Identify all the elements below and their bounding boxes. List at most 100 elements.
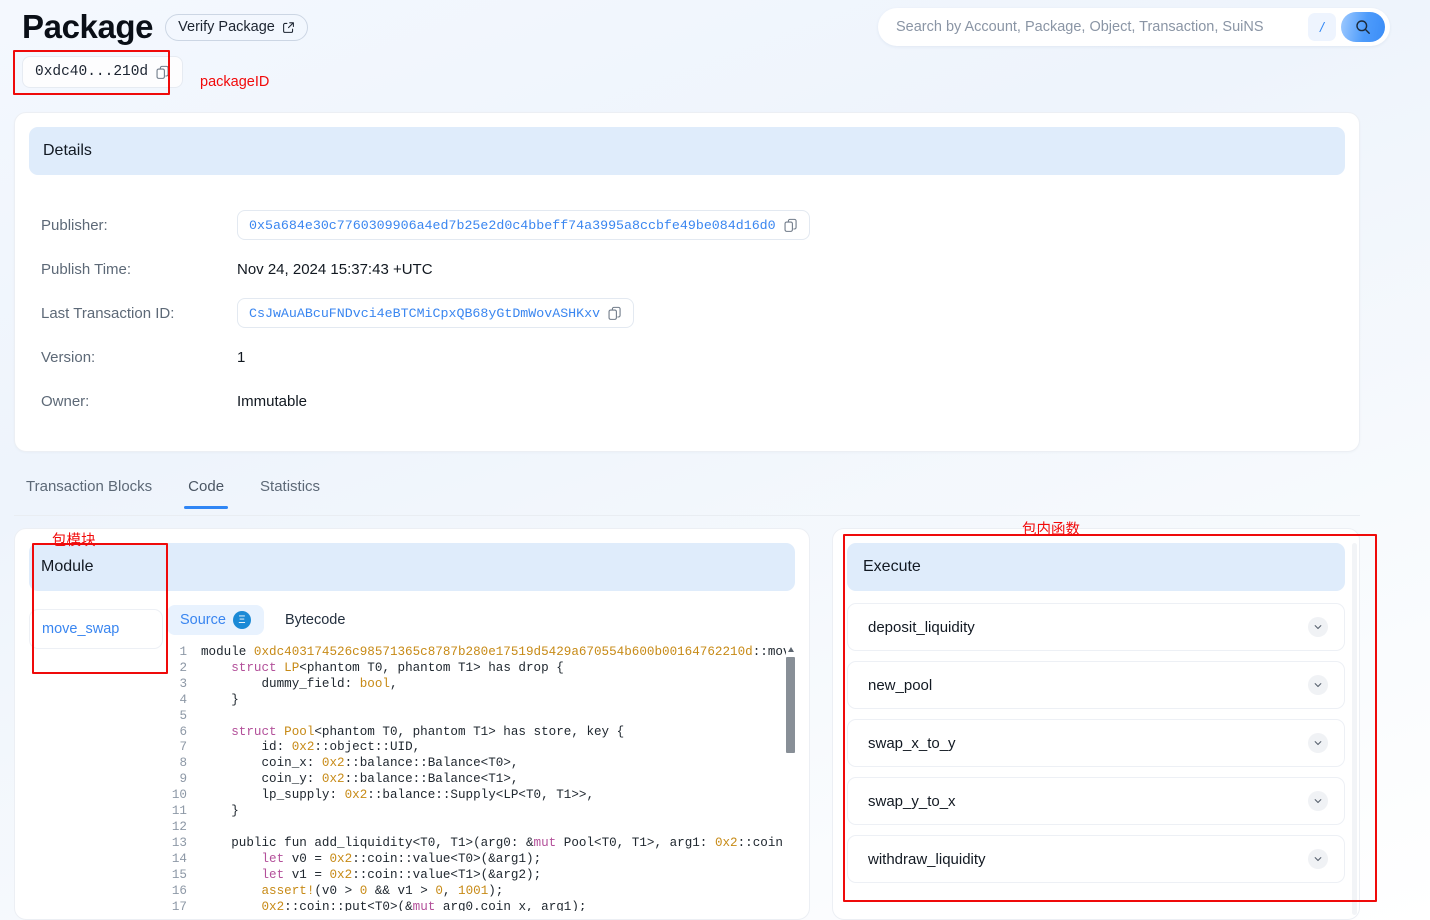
code-line-text: coin_y: 0x2::balance::Balance<T1>, bbox=[201, 772, 519, 787]
code-line-number: 4 bbox=[179, 692, 187, 707]
function-item-new-pool[interactable]: new_pool bbox=[847, 661, 1345, 709]
code-line-number: 12 bbox=[171, 819, 187, 834]
chevron-down-icon[interactable] bbox=[1308, 791, 1328, 811]
function-name: swap_y_to_x bbox=[868, 792, 956, 810]
code-header-strip bbox=[163, 543, 795, 591]
code-line: 16 assert!(v0 > 0 && v1 > 0, 1001); bbox=[167, 884, 795, 900]
code-line-text: 0x2::coin::put<T0>(&mut arg0.coin_x, arg… bbox=[261, 899, 587, 912]
details-title: Details bbox=[43, 142, 92, 159]
code-column: Source Ξ Bytecode 1 module 0xdc403174526c… bbox=[163, 529, 809, 919]
copy-icon[interactable] bbox=[784, 218, 798, 233]
annotation-functions: 包内函数 bbox=[1022, 522, 1080, 538]
tab-statistics[interactable]: Statistics bbox=[260, 478, 320, 509]
publisher-address-text: 0x5a684e30c7760309906a4ed7b25e2d0c4bbeff… bbox=[249, 217, 776, 233]
code-line-text: dummy_field: bool, bbox=[201, 676, 398, 691]
package-id-text: 0xdc40...210d bbox=[35, 64, 149, 80]
details-body: Publisher: 0x5a684e30c7760309906a4ed7b25… bbox=[15, 175, 1359, 423]
code-line-text: assert!(v0 > 0 && v1 > 0, 1001); bbox=[261, 883, 504, 898]
code-card: Module move_swap Source Ξ Bytecode 1 modu… bbox=[14, 528, 810, 920]
code-line: 5 bbox=[167, 709, 795, 725]
code-content: 1 module 0xdc403174526c98571365c8787b280e… bbox=[167, 645, 795, 911]
page-title: Package bbox=[22, 8, 154, 45]
detail-label: Last Transaction ID: bbox=[41, 304, 175, 322]
code-line: 11 } bbox=[167, 804, 795, 820]
code-line-text: struct LP<phantom T0, phantom T1> has dr… bbox=[231, 660, 564, 675]
copy-icon[interactable] bbox=[156, 65, 170, 80]
function-list: deposit_liquidity new_pool swap_x_to_y s… bbox=[847, 591, 1345, 883]
code-line-text: public fun add_liquidity<T0, T1>(arg0: &… bbox=[201, 835, 791, 850]
code-line: 4 } bbox=[167, 693, 795, 709]
code-line-number: 7 bbox=[179, 740, 187, 755]
detail-label: Publisher: bbox=[41, 216, 108, 234]
code-line-number: 10 bbox=[171, 788, 187, 803]
toggle-bytecode[interactable]: Bytecode bbox=[272, 605, 358, 635]
publish-time-value: Nov 24, 2024 15:37:43 +UTC bbox=[237, 260, 433, 278]
search-input[interactable] bbox=[896, 19, 1308, 35]
module-column: Module move_swap bbox=[15, 529, 163, 919]
scroll-up-arrow-icon[interactable] bbox=[788, 647, 794, 652]
code-line-number: 3 bbox=[179, 676, 187, 691]
code-line: 13 public fun add_liquidity<T0, T1>(arg0… bbox=[167, 836, 795, 852]
owner-value: Immutable bbox=[237, 392, 308, 410]
module-list: move_swap bbox=[29, 591, 163, 649]
detail-row-publisher: Publisher: 0x5a684e30c7760309906a4ed7b25… bbox=[41, 203, 1345, 247]
copy-icon[interactable] bbox=[608, 306, 622, 321]
code-line-number: 1 bbox=[179, 645, 187, 659]
code-line: 9 coin_y: 0x2::balance::Balance<T1>, bbox=[167, 772, 795, 788]
chevron-down-icon[interactable] bbox=[1308, 617, 1328, 637]
code-line-text: id: 0x2::object::UID, bbox=[201, 740, 421, 755]
code-line: 2 struct LP<phantom T0, phantom T1> has … bbox=[167, 661, 795, 677]
toggle-source[interactable]: Source Ξ bbox=[167, 605, 264, 635]
execute-card: Execute deposit_liquidity new_pool swap_… bbox=[832, 528, 1360, 920]
code-line-text: let v1 = 0x2::coin::value<T1>(&arg2); bbox=[261, 867, 542, 882]
verify-package-button[interactable]: Verify Package bbox=[165, 13, 308, 41]
execute-scrollbar[interactable] bbox=[1352, 543, 1357, 915]
code-line: 6 struct Pool<phantom T0, phantom T1> ha… bbox=[167, 725, 795, 741]
detail-label: Publish Time: bbox=[41, 260, 132, 278]
module-item-move-swap[interactable]: move_swap bbox=[29, 609, 163, 649]
package-id-wrap: 0xdc40...210d bbox=[22, 56, 184, 88]
function-name: withdraw_liquidity bbox=[868, 850, 986, 868]
search-shortcut-key[interactable]: / bbox=[1308, 13, 1336, 41]
search-icon bbox=[1356, 20, 1370, 34]
code-line: 1 module 0xdc403174526c98571365c8787b280e… bbox=[167, 645, 795, 661]
chevron-down-icon[interactable] bbox=[1308, 733, 1328, 753]
chevron-down-icon[interactable] bbox=[1308, 675, 1328, 695]
function-item-withdraw-liquidity[interactable]: withdraw_liquidity bbox=[847, 835, 1345, 883]
code-scrollbar[interactable] bbox=[786, 645, 795, 911]
last-transaction-text: CsJwAuABcuFNDvci4eBTCMiCpxQB68yGtDmWovAS… bbox=[249, 305, 601, 321]
search-submit-button[interactable] bbox=[1341, 12, 1385, 42]
code-line-text: } bbox=[201, 804, 239, 819]
sui-badge-icon: Ξ bbox=[232, 611, 251, 629]
tabs-divider bbox=[14, 515, 1360, 516]
code-line: 12 bbox=[167, 820, 795, 836]
function-item-swap-x-to-y[interactable]: swap_x_to_y bbox=[847, 719, 1345, 767]
code-viewer[interactable]: 1 module 0xdc403174526c98571365c8787b280e… bbox=[167, 645, 795, 911]
code-line-number: 8 bbox=[179, 756, 187, 771]
details-header: Details bbox=[29, 127, 1345, 175]
code-line-text: coin_x: 0x2::balance::Balance<T0>, bbox=[201, 756, 519, 771]
code-line-number: 14 bbox=[171, 851, 187, 866]
publisher-address-chip[interactable]: 0x5a684e30c7760309906a4ed7b25e2d0c4bbeff… bbox=[237, 210, 810, 240]
function-name: swap_x_to_y bbox=[868, 734, 956, 752]
code-line: 15 let v1 = 0x2::coin::value<T1>(&arg2); bbox=[167, 868, 795, 884]
code-view-toggle: Source Ξ Bytecode bbox=[163, 591, 809, 645]
detail-row-publish-time: Publish Time: Nov 24, 2024 15:37:43 +UTC bbox=[41, 247, 1345, 291]
tab-transaction-blocks[interactable]: Transaction Blocks bbox=[26, 478, 152, 509]
function-item-deposit-liquidity[interactable]: deposit_liquidity bbox=[847, 603, 1345, 651]
detail-label: Version: bbox=[41, 348, 96, 366]
search-bar[interactable]: / bbox=[878, 8, 1390, 46]
version-value: 1 bbox=[237, 348, 246, 366]
chevron-down-icon[interactable] bbox=[1308, 849, 1328, 869]
execute-header: Execute bbox=[847, 543, 1345, 591]
tab-bar: Transaction Blocks Code Statistics bbox=[26, 478, 320, 509]
function-name: deposit_liquidity bbox=[868, 618, 975, 636]
external-link-icon bbox=[282, 21, 294, 33]
function-item-swap-y-to-x[interactable]: swap_y_to_x bbox=[847, 777, 1345, 825]
code-line: 14 let v0 = 0x2::coin::value<T0>(&arg1); bbox=[167, 852, 795, 868]
package-id-chip[interactable]: 0xdc40...210d bbox=[22, 56, 184, 88]
last-transaction-chip[interactable]: CsJwAuABcuFNDvci4eBTCMiCpxQB68yGtDmWovAS… bbox=[237, 298, 635, 328]
tab-code[interactable]: Code bbox=[184, 478, 228, 509]
code-line-number: 9 bbox=[179, 772, 187, 787]
code-scrollbar-thumb[interactable] bbox=[786, 657, 795, 753]
